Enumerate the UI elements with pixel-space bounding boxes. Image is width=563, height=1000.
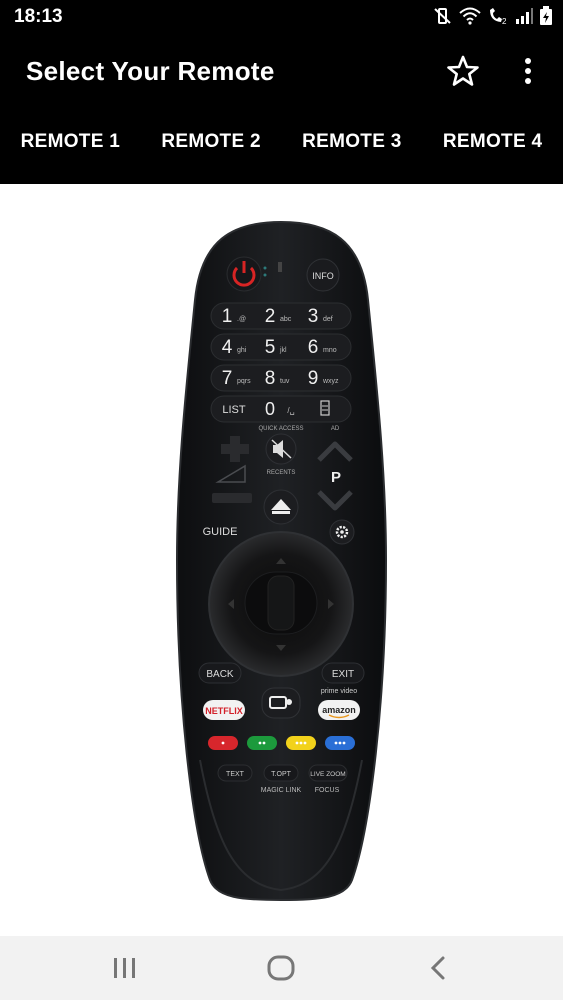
exit-button[interactable]: EXIT xyxy=(321,662,365,684)
zero-button[interactable]: 0 xyxy=(265,399,275,419)
color-key-3[interactable] xyxy=(286,736,316,750)
digit-label: 2 xyxy=(265,306,276,327)
ad-label: AD xyxy=(331,426,340,432)
guide-button[interactable]: GUIDE xyxy=(203,526,238,538)
led-indicator xyxy=(278,262,282,272)
recents-label: RECENTS xyxy=(267,470,296,476)
status-time: 18:13 xyxy=(14,6,63,27)
status-bar: 18:13 2 xyxy=(0,0,563,34)
mic-dot xyxy=(263,273,267,277)
back-button[interactable]: BACK xyxy=(198,662,242,684)
prime-video-label: prime video xyxy=(321,688,357,695)
info-button[interactable]: INFO xyxy=(306,258,340,292)
digit-sub-label: wxyz xyxy=(322,378,339,385)
status-icons: 2 xyxy=(433,6,553,26)
remote-view: INFO 1 .@ 2 abc 3 def 4 ghi 5 jkl 6 mno 7 pqrs 8 tuv 9 wx… xyxy=(0,184,563,936)
color-key-4[interactable] xyxy=(325,736,355,750)
recent-apps-icon[interactable] xyxy=(109,954,141,982)
tab-remote-3[interactable]: REMOTE 3 xyxy=(282,110,423,184)
more-vert-icon[interactable] xyxy=(518,56,538,88)
info-label: INFO xyxy=(312,271,334,281)
digit-label: 1 xyxy=(222,306,233,327)
list-button[interactable]: LIST xyxy=(222,404,246,416)
amazon-label: amazon xyxy=(322,705,356,715)
digit-sub-label: .@ xyxy=(237,316,246,323)
amazon-button[interactable]: amazon xyxy=(318,700,360,720)
battery-icon xyxy=(540,6,552,25)
input-button[interactable] xyxy=(261,687,301,719)
mute-button[interactable] xyxy=(265,433,297,465)
page-title: Select Your Remote xyxy=(26,56,275,86)
quick-access-label: QUICK ACCESS xyxy=(258,426,303,432)
mute-vibrate-icon xyxy=(434,8,451,24)
signal-icon xyxy=(516,8,533,24)
digit-label: 5 xyxy=(265,337,276,358)
home-button[interactable] xyxy=(263,489,299,525)
digit-sub-label: jkl xyxy=(279,347,287,354)
digit-label: 3 xyxy=(308,306,319,327)
channel-label: P xyxy=(331,469,341,486)
remote-control: INFO 1 .@ 2 abc 3 def 4 ghi 5 jkl 6 mno 7 pqrs 8 tuv 9 wx… xyxy=(175,220,388,902)
svg-text:2: 2 xyxy=(502,17,507,25)
netflix-button[interactable]: NETFLIX xyxy=(203,700,245,720)
power-button[interactable] xyxy=(226,256,262,292)
text-button[interactable]: TEXT xyxy=(217,764,253,782)
topt-label: T.OPT xyxy=(271,771,292,778)
netflix-label: NETFLIX xyxy=(205,706,243,716)
home-icon[interactable] xyxy=(265,954,297,982)
settings-button[interactable] xyxy=(329,519,355,545)
navigation-wheel[interactable] xyxy=(208,531,354,677)
app-bar: Select Your Remote xyxy=(0,34,563,110)
digit-sub-label: ghi xyxy=(237,347,247,354)
back-label: BACK xyxy=(206,669,234,680)
color-key-2[interactable] xyxy=(247,736,277,750)
wifi-icon xyxy=(459,7,481,25)
exit-label: EXIT xyxy=(332,669,354,680)
tab-remote-2[interactable]: REMOTE 2 xyxy=(141,110,282,184)
digit-sub-label: tuv xyxy=(280,378,290,385)
focus-label: FOCUS xyxy=(315,787,340,794)
tab-remote-1[interactable]: REMOTE 1 xyxy=(0,110,141,184)
digit-label: 9 xyxy=(308,368,319,389)
live-zoom-button[interactable]: LIVE ZOOM xyxy=(308,764,348,782)
mic-dot xyxy=(263,266,267,270)
digit-sub-label: abc xyxy=(280,316,292,323)
magic-link-label: MAGIC LINK xyxy=(261,787,302,794)
digit-label: 6 xyxy=(308,337,319,358)
tab-remote-4[interactable]: REMOTE 4 xyxy=(422,110,563,184)
remote-tabs: REMOTE 1 REMOTE 2 REMOTE 3 REMOTE 4 xyxy=(0,110,563,184)
live-zoom-label: LIVE ZOOM xyxy=(310,771,345,778)
volte-call-icon: 2 xyxy=(490,8,507,25)
digit-sub-label: pqrs xyxy=(237,378,251,385)
color-key-1[interactable] xyxy=(208,736,238,750)
digit-label: 8 xyxy=(265,368,276,389)
digit-sub-label: mno xyxy=(323,347,337,354)
system-nav-bar xyxy=(0,936,563,1000)
topt-button[interactable]: T.OPT xyxy=(263,764,299,782)
digit-label: 7 xyxy=(222,368,233,389)
star-outline-icon[interactable] xyxy=(446,54,480,88)
digit-label: 4 xyxy=(222,337,233,358)
zero-sub: /␣ xyxy=(287,406,294,415)
text-label: TEXT xyxy=(226,771,245,778)
digit-sub-label: def xyxy=(323,316,333,323)
back-icon[interactable] xyxy=(423,954,455,982)
